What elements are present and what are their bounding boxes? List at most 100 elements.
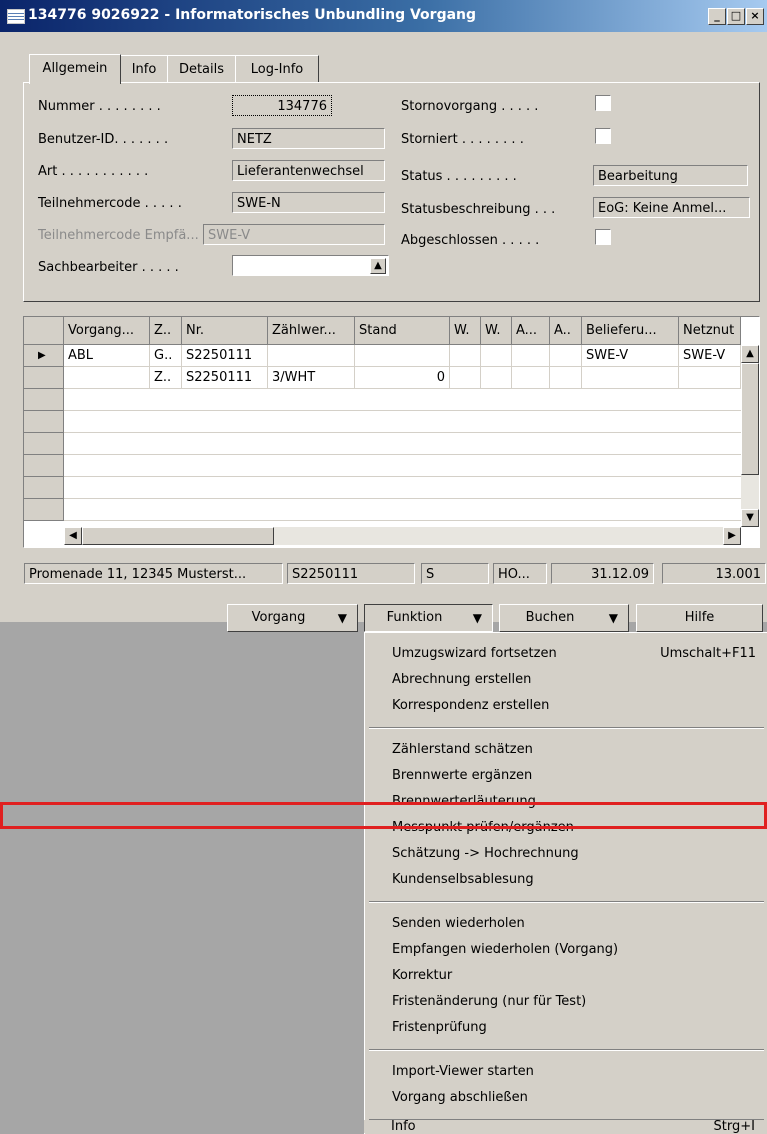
vertical-scrollbar[interactable]: ▲ ▼ [741,345,759,527]
grid-header-w1[interactable]: W. [450,317,481,345]
grid-header-w2[interactable]: W. [481,317,512,345]
vorgang-menu-button[interactable]: Vorgang ▼ [227,604,358,632]
row-selector[interactable] [24,389,64,411]
benutzer-id-field[interactable]: NETZ [232,128,385,149]
menu-item-fristenaenderung[interactable]: Fristenänderung (nur für Test) [365,989,767,1015]
row-selector[interactable] [24,455,64,477]
menu-item-fristenpruefung[interactable]: Fristenprüfung [365,1015,767,1041]
menu-item-label: Korrespondenz erstellen [392,698,550,713]
grid-cell[interactable] [550,345,582,367]
menu-item-kundenselbsablesung[interactable]: Kundenselbsablesung [365,867,767,893]
scroll-up-icon[interactable]: ▲ [741,345,759,363]
menu-item-korrektur[interactable]: Korrektur [365,963,767,989]
grid-cell[interactable]: S2250111 [182,367,268,389]
menu-item-vorgang-abschliessen[interactable]: Vorgang abschließen [365,1085,767,1111]
grid-cell[interactable]: 0 [355,367,450,389]
table-icon [7,9,25,24]
grid-header-zaehlwerk[interactable]: Zählwer... [268,317,355,345]
grid-header-vorgang[interactable]: Vorgang... [64,317,150,345]
status-s: S [421,563,489,584]
row-selector[interactable] [24,433,64,455]
grid-header-a1[interactable]: A... [512,317,550,345]
grid-header-stand[interactable]: Stand [355,317,450,345]
row-selector[interactable] [24,367,64,389]
scroll-right-icon[interactable]: ▶ [723,527,741,545]
grid-cell[interactable]: G.. [150,345,182,367]
menu-item-label: Korrektur [392,968,453,983]
menu-item-label: Zählerstand schätzen [392,742,533,757]
menu-item-senden-wiederholen[interactable]: Senden wiederholen [365,911,767,937]
funktion-menu-button[interactable]: Funktion ▼ [364,604,493,632]
horizontal-scrollbar[interactable]: ◀ ▶ [64,527,741,545]
scroll-down-icon[interactable]: ▼ [741,509,759,527]
grid-cell[interactable]: S2250111 [182,345,268,367]
grid-cell[interactable] [64,367,150,389]
vorgang-lines-grid[interactable]: Vorgang... Z.. Nr. Zählwer... Stand W. W… [23,316,760,548]
hilfe-button[interactable]: Hilfe [636,604,763,632]
maximize-button[interactable]: □ [727,8,745,25]
tab-details[interactable]: Details [167,55,236,83]
statusbeschreibung-field[interactable]: EoG: Keine Anmel... [593,197,750,218]
sachbearbeiter-field[interactable]: ▲ [232,255,389,276]
storniert-checkbox[interactable] [595,128,611,144]
benutzer-id-label: Benutzer-ID. . . . . . . [38,132,169,147]
grid-cell[interactable] [268,345,355,367]
nummer-field[interactable]: 134776 [232,95,332,116]
lookup-arrow-icon[interactable]: ▲ [370,258,386,274]
menu-item-umzugswizard[interactable]: Umzugswizard fortsetzen Umschalt+F11 [365,641,767,667]
row-selector[interactable] [24,499,64,521]
menu-item-label: Import-Viewer starten [392,1064,534,1079]
minimize-button[interactable]: _ [708,8,726,25]
tab-allgemein[interactable]: Allgemein [29,54,121,84]
tab-info[interactable]: Info [120,55,168,83]
row-selector[interactable]: ▶ [24,345,64,367]
menu-item-label: Empfangen wiederholen (Vorgang) [392,942,619,957]
grid-cell[interactable]: 3/WHT [268,367,355,389]
menu-item-import-viewer[interactable]: Import-Viewer starten [365,1059,767,1085]
vertical-scroll-thumb[interactable] [741,363,759,475]
teilnehmercode-field[interactable]: SWE-N [232,192,385,213]
row-selector[interactable] [24,411,64,433]
menu-item-abrechnung[interactable]: Abrechnung erstellen [365,667,767,693]
grid-cell[interactable] [450,367,481,389]
art-field[interactable]: Lieferantenwechsel [232,160,385,181]
grid-header-belieferung[interactable]: Belieferu... [582,317,679,345]
grid-cell[interactable] [512,345,550,367]
grid-cell[interactable]: ABL [64,345,150,367]
buchen-menu-button[interactable]: Buchen ▼ [499,604,629,632]
grid-cell[interactable] [450,345,481,367]
grid-header-a2[interactable]: A.. [550,317,582,345]
menu-item-empfangen-wiederholen[interactable]: Empfangen wiederholen (Vorgang) [365,937,767,963]
grid-cell[interactable] [481,367,512,389]
grid-cell[interactable] [582,367,679,389]
scroll-left-icon[interactable]: ◀ [64,527,82,545]
status-label: Status . . . . . . . . . [401,169,517,184]
status-address: Promenade 11, 12345 Musterst... [24,563,283,584]
grid-cell[interactable] [550,367,582,389]
grid-header-nr[interactable]: Nr. [182,317,268,345]
grid-cell[interactable]: SWE-V [679,345,741,367]
menu-item-korrespondenz[interactable]: Korrespondenz erstellen [365,693,767,719]
abgeschlossen-checkbox[interactable] [595,229,611,245]
grid-cell[interactable] [481,345,512,367]
grid-cell[interactable]: SWE-V [582,345,679,367]
sachbearbeiter-label: Sachbearbeiter . . . . . [38,260,179,275]
close-button[interactable]: × [746,8,764,25]
grid-cell[interactable]: Z.. [150,367,182,389]
menu-item-info-row[interactable]: Info Strg+I [364,1120,767,1133]
menu-item-schaetzung-hochrechnung[interactable]: Schätzung -> Hochrechnung [365,841,767,867]
menu-item-brennwerte[interactable]: Brennwerte ergänzen [365,763,767,789]
stornovorgang-checkbox[interactable] [595,95,611,111]
grid-header-netznutzung[interactable]: Netznut [679,317,741,345]
menu-item-zaehlerstand-schaetzen[interactable]: Zählerstand schätzen [365,737,767,763]
grid-cell[interactable] [679,367,741,389]
tab-log-info[interactable]: Log-Info [235,55,319,83]
title-bar[interactable]: 134776 9026922 - Informatorisches Unbund… [0,0,767,32]
row-selector[interactable] [24,477,64,499]
empty-rows[interactable] [64,389,741,521]
horizontal-scroll-thumb[interactable] [82,527,274,545]
grid-header-z[interactable]: Z.. [150,317,182,345]
status-field[interactable]: Bearbeitung [593,165,748,186]
grid-cell[interactable] [355,345,450,367]
grid-cell[interactable] [512,367,550,389]
